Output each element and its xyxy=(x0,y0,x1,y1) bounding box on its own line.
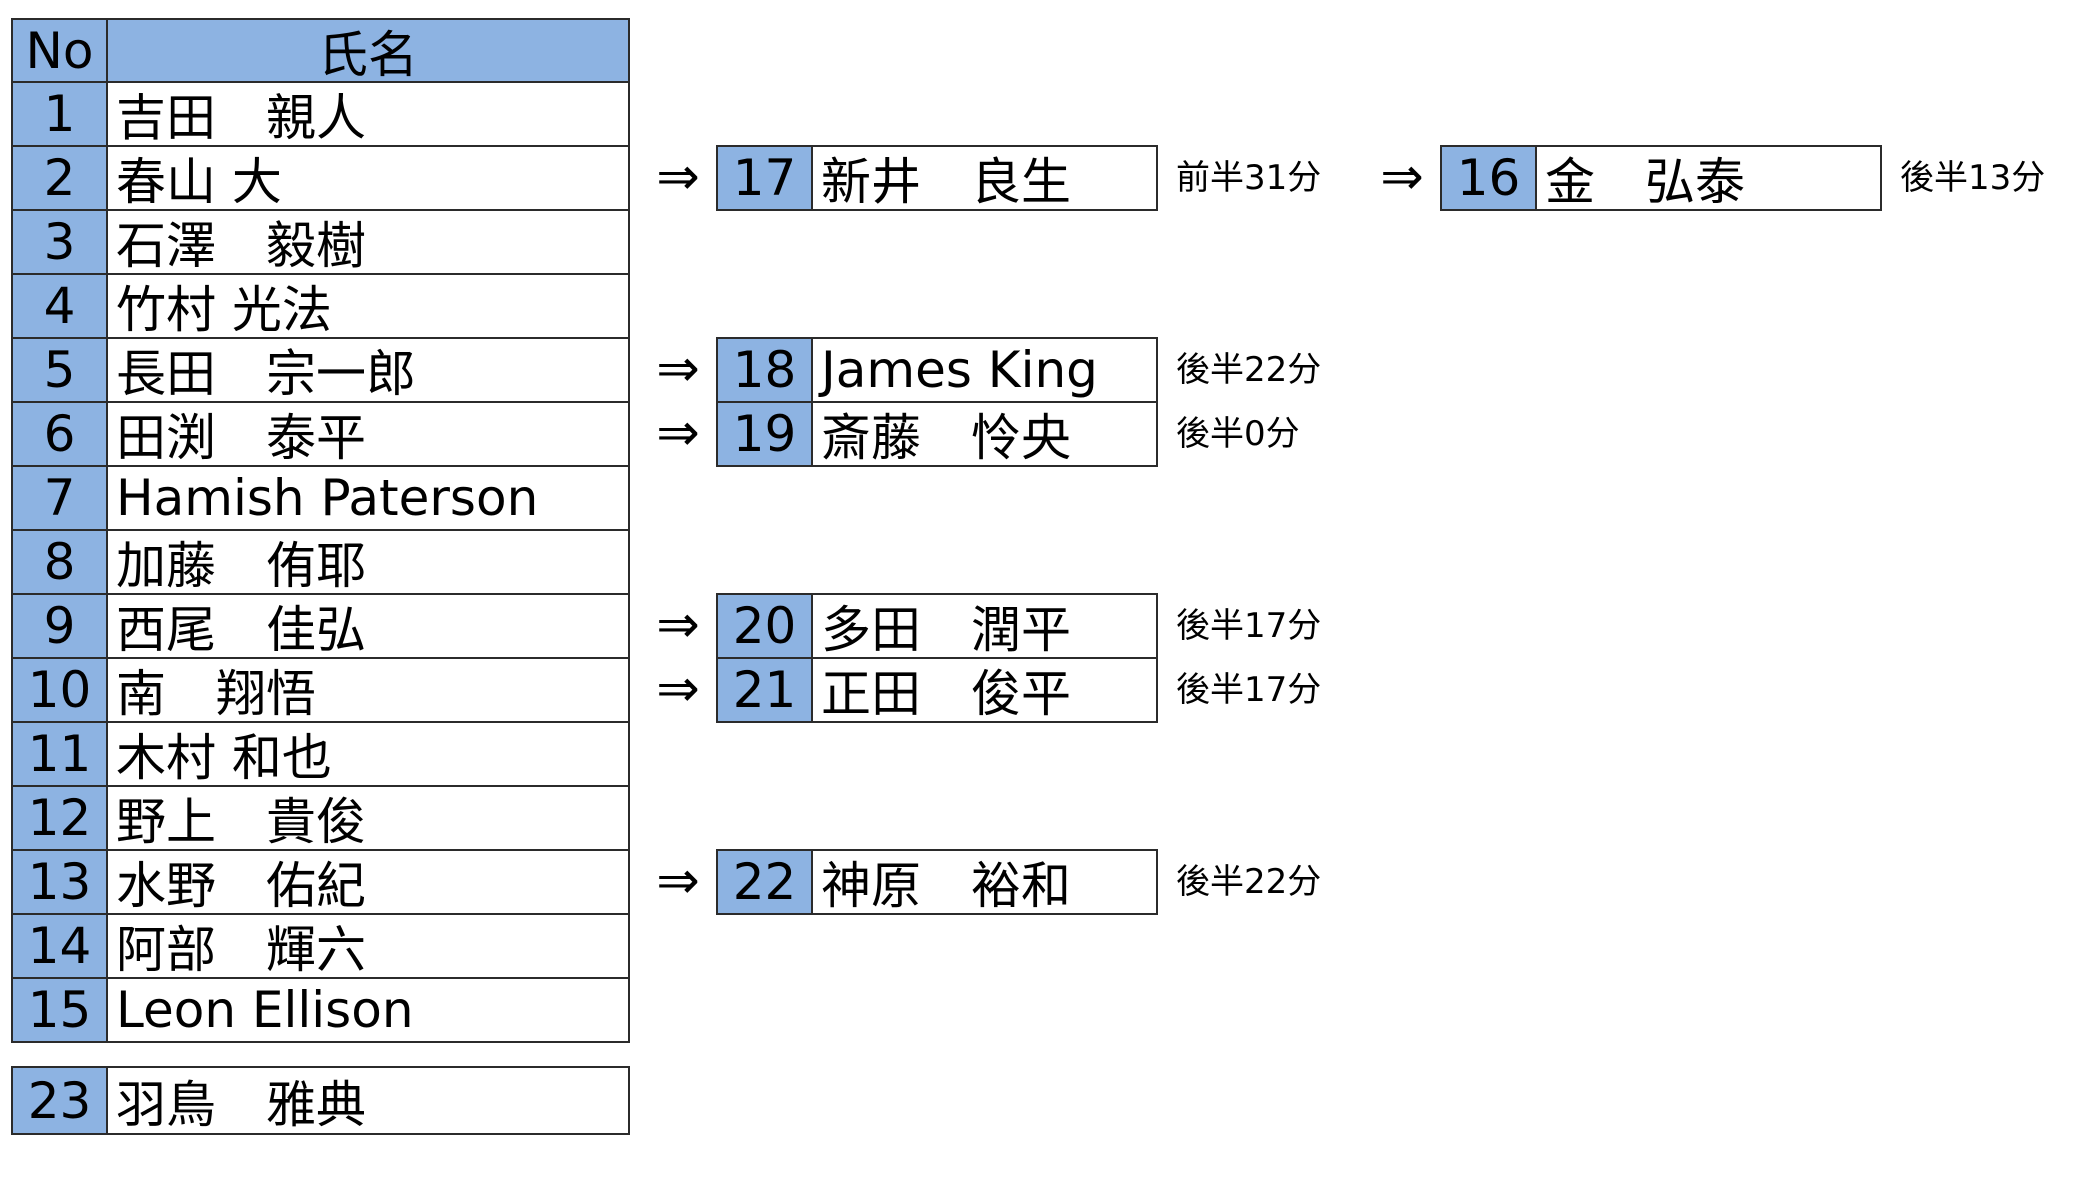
player-name-cell: 南 翔悟 xyxy=(106,657,630,723)
sub-arrow-icon: ⇒ xyxy=(656,339,700,399)
player-name-cell: 竹村 光法 xyxy=(106,273,630,339)
second-sub-arrow-icon: ⇒ xyxy=(1380,147,1424,207)
player-name-cell: 加藤 侑耶 xyxy=(106,529,630,595)
player-name-cell: 長田 宗一郎 xyxy=(106,337,630,403)
sub-time-label: 後半22分 xyxy=(1176,862,1322,902)
reserve-name-cell: 羽鳥 雅典 xyxy=(106,1066,630,1135)
sub-no-cell: 21 xyxy=(716,657,813,723)
sub-arrow-icon: ⇒ xyxy=(656,595,700,655)
player-name-cell: 阿部 輝六 xyxy=(106,913,630,979)
player-no-cell: 1 xyxy=(11,81,108,147)
player-name-cell: 西尾 佳弘 xyxy=(106,593,630,659)
player-no-cell: 12 xyxy=(11,785,108,851)
player-name-cell: 田渕 泰平 xyxy=(106,401,630,467)
player-no-cell: 15 xyxy=(11,977,108,1043)
header-name-cell: 氏名 xyxy=(106,18,630,83)
player-no-cell: 7 xyxy=(11,465,108,531)
player-name-cell: 水野 佑紀 xyxy=(106,849,630,915)
sub-arrow-icon: ⇒ xyxy=(656,659,700,719)
sub-name-cell: James King xyxy=(811,337,1158,403)
sub-time-label: 後半22分 xyxy=(1176,350,1322,390)
sub-no-cell: 20 xyxy=(716,593,813,659)
sub-time-label: 後半17分 xyxy=(1176,606,1322,646)
player-no-cell: 14 xyxy=(11,913,108,979)
player-no-cell: 9 xyxy=(11,593,108,659)
player-no-cell: 8 xyxy=(11,529,108,595)
player-name-cell: 木村 和也 xyxy=(106,721,630,787)
player-no-cell: 3 xyxy=(11,209,108,275)
sub-no-cell: 17 xyxy=(716,145,813,211)
player-no-cell: 4 xyxy=(11,273,108,339)
sub-time-label: 後半17分 xyxy=(1176,670,1322,710)
player-name-cell: Hamish Paterson xyxy=(106,465,630,531)
player-name-cell: 吉田 親人 xyxy=(106,81,630,147)
second-sub-name-cell: 金 弘泰 xyxy=(1535,145,1882,211)
reserve-no-cell: 23 xyxy=(11,1066,108,1135)
player-no-cell: 11 xyxy=(11,721,108,787)
player-no-cell: 6 xyxy=(11,401,108,467)
player-no-cell: 5 xyxy=(11,337,108,403)
sub-time-label: 前半31分 xyxy=(1176,158,1322,198)
player-name-cell: 春山 大 xyxy=(106,145,630,211)
sub-no-cell: 18 xyxy=(716,337,813,403)
second-sub-no-cell: 16 xyxy=(1440,145,1537,211)
sub-name-cell: 斎藤 怜央 xyxy=(811,401,1158,467)
sub-arrow-icon: ⇒ xyxy=(656,851,700,911)
player-no-cell: 2 xyxy=(11,145,108,211)
player-name-cell: 石澤 毅樹 xyxy=(106,209,630,275)
player-no-cell: 13 xyxy=(11,849,108,915)
sub-no-cell: 22 xyxy=(716,849,813,915)
sub-no-cell: 19 xyxy=(716,401,813,467)
sub-arrow-icon: ⇒ xyxy=(656,147,700,207)
sub-name-cell: 神原 裕和 xyxy=(811,849,1158,915)
player-no-cell: 10 xyxy=(11,657,108,723)
player-name-cell: Leon Ellison xyxy=(106,977,630,1043)
sub-name-cell: 正田 俊平 xyxy=(811,657,1158,723)
header-no-cell: No xyxy=(11,18,108,83)
sub-arrow-icon: ⇒ xyxy=(656,403,700,463)
sub-name-cell: 新井 良生 xyxy=(811,145,1158,211)
player-name-cell: 野上 貴俊 xyxy=(106,785,630,851)
sub-time-label: 後半0分 xyxy=(1176,414,1300,454)
sub-name-cell: 多田 潤平 xyxy=(811,593,1158,659)
second-sub-time-label: 後半13分 xyxy=(1900,158,2046,198)
